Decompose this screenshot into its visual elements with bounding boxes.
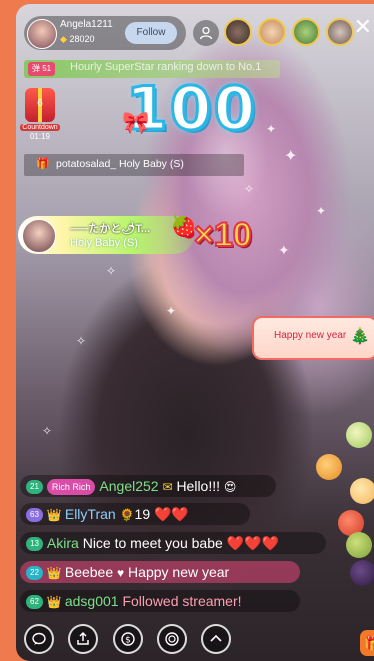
svg-text:$: $ [125,636,131,646]
level-badge: 62 [26,595,43,610]
chat-username[interactable]: adsg001 [65,593,119,609]
close-icon[interactable]: ✕ [354,16,372,38]
chat-username[interactable]: EllyTran [65,506,116,522]
chat-text: Hello!!! [176,478,221,494]
gift-name: Holy Baby (S) [70,237,138,249]
chat-text: 19 ❤️❤️ [134,506,189,522]
sparkle-icon: ✧ [106,264,117,278]
gift-notice-text: potatosalad_ Holy Baby (S) [56,158,184,170]
chat-message[interactable]: 63 👑 EllyTran 🌻19 ❤️❤️ [20,503,250,525]
sparkle-icon: ✦ [278,242,290,258]
tree-icon: 🎄 [350,328,370,345]
level-badge: 21 [26,480,43,495]
chat-username[interactable]: Akira [47,535,79,551]
chat-username[interactable]: Beebee [65,564,113,580]
heart-icon: ♥ [117,566,125,580]
sparkle-icon: ✦ [266,122,277,136]
live-stream-view: ✦ ✦ ✧ ✦ ✧ ✦ ✧ ✦ ✧ Angela1211 ◆ 28020 Fol… [16,4,374,661]
chat-message[interactable]: 13 Akira Nice to meet you babe ❤️❤️❤️ [20,532,326,554]
coin-icon: $ [121,632,135,646]
bow-icon: 🎀 [122,110,150,135]
gift-icon: 🎁 [36,158,50,170]
envelope-icon: ✉ [162,480,173,494]
chat-message[interactable]: 62 👑 adsg001 Followed streamer! [20,590,300,612]
host-info[interactable]: Angela1211 ◆ 28020 Follow [24,16,186,50]
countdown-number: 6 [37,98,43,109]
level-badge: 13 [26,537,43,552]
viewer-avatar[interactable] [292,18,320,46]
comment-icon [32,632,46,645]
chat-text: Nice to meet you babe ❤️❤️❤️ [82,535,279,551]
host-score: ◆ 28020 [60,34,94,45]
chat-text: Happy new year [128,564,230,580]
sender-avatar[interactable] [22,219,56,253]
follow-button[interactable]: Follow [125,22,177,44]
host-name: Angela1211 [60,19,113,30]
smile-icon: 😍 [223,480,237,494]
expand-button[interactable] [201,624,231,654]
recharge-button[interactable]: $ [113,624,143,654]
comment-button[interactable] [24,624,54,654]
host-score-value: 28020 [69,34,95,44]
effect-bubble: Happy new year 🎄 [252,316,374,360]
chat-username[interactable]: Angel252 [99,478,158,494]
chat-message[interactable]: 21 Rich Rich Angel252 ✉ Hello!!! 😍 [20,475,276,497]
red-envelope-icon: 6 [25,88,55,122]
crown-icon: 👑 [46,595,62,609]
viewer-avatar[interactable] [326,18,354,46]
sparkle-icon: ✧ [76,334,87,348]
crown-icon: 👑 [46,508,62,522]
bun-icon [350,478,374,504]
vip-tag: Rich Rich [46,479,96,496]
viewer-avatar[interactable] [258,18,286,46]
kiwi-icon [346,532,372,558]
orange-icon [316,454,342,480]
share-button[interactable] [68,624,98,654]
pear-icon [346,422,372,448]
sparkle-icon: ✧ [244,182,255,196]
sunflower-icon: 🌻 [119,508,135,522]
gift-icon[interactable]: 🎁 [360,630,374,656]
chat-text: Followed streamer! [122,593,242,609]
chevron-up-icon [210,634,222,642]
viewer-avatar[interactable] [224,18,252,46]
share-icon [77,631,89,645]
gift-combo-banner: ⸺たかと🌶T... Holy Baby (S) [18,216,194,254]
rank-badge: 弹 51 [28,62,56,76]
sparkle-icon: ✦ [316,204,327,218]
chat-message[interactable]: 22 👑 Beebee ♥ Happy new year [20,561,300,583]
combo-multiplier: ×10 [193,215,253,255]
grape-icon [350,560,374,586]
sender-name: ⸺たかと🌶T... [70,223,151,235]
countdown-label: Countdown [20,124,60,131]
sparkle-icon: ✦ [166,304,177,318]
gift-notice: 🎁 potatosalad_ Holy Baby (S) [24,154,244,176]
sparkle-icon: ✧ [42,424,53,438]
countdown-time: 01:19 [29,132,51,141]
effects-button[interactable] [157,624,187,654]
crown-icon: 👑 [46,566,62,580]
ring-icon [165,632,179,646]
level-badge: 63 [26,508,43,523]
sparkle-icon: ✦ [284,148,298,165]
countdown-gift[interactable]: 6 Countdown 01:19 [20,88,60,141]
ranking-text: Hourly SuperStar ranking down to No.1 [70,61,262,73]
effect-text: Happy new year [274,330,347,341]
level-badge: 22 [26,566,43,581]
coin-icon: ◆ [60,34,67,44]
person-icon[interactable] [193,20,219,46]
host-avatar[interactable] [27,19,57,49]
